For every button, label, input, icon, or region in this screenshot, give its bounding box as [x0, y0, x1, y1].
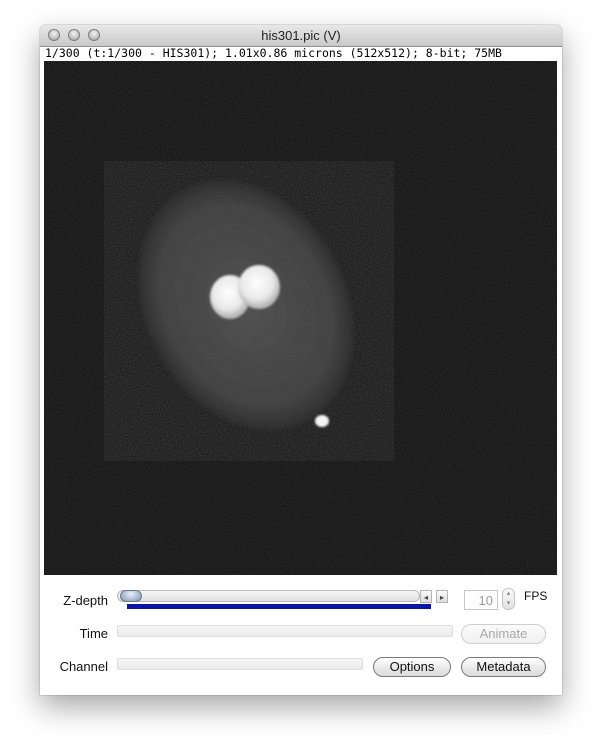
small-bright-spot [315, 415, 329, 427]
metadata-button[interactable]: Metadata [461, 657, 546, 677]
time-slider[interactable] [117, 625, 453, 637]
microscopy-image [44, 61, 557, 575]
channel-slider[interactable] [117, 658, 363, 670]
animate-button[interactable]: Animate [461, 624, 546, 644]
zdepth-label: Z-depth [63, 593, 108, 608]
zdepth-progress-bar [127, 604, 431, 609]
time-label: Time [79, 626, 108, 641]
image-info-line: 1/300 (t:1/300 - HIS301); 1.01x0.86 micr… [45, 46, 502, 60]
fps-label: FPS [524, 589, 548, 603]
fps-stepper[interactable]: ▴ ▾ [502, 588, 515, 610]
fps-input[interactable]: 10 [464, 590, 498, 610]
channel-label: Channel [59, 659, 108, 674]
nucleus-right [238, 265, 280, 309]
chevron-up-icon: ▴ [506, 590, 511, 597]
image-window: his301.pic (V) 1/300 (t:1/300 - HIS301);… [40, 25, 562, 695]
zdepth-step-forward-button[interactable]: ▸ [436, 590, 448, 603]
options-button[interactable]: Options [373, 657, 451, 677]
image-canvas[interactable] [44, 61, 557, 575]
zdepth-slider[interactable] [117, 590, 420, 602]
zdepth-step-back-button[interactable]: ◂ [420, 590, 432, 603]
title-bar[interactable]: his301.pic (V) [40, 25, 562, 47]
window-title: his301.pic (V) [261, 28, 341, 43]
zdepth-slider-thumb[interactable] [120, 590, 142, 602]
chevron-down-icon: ▾ [506, 600, 511, 607]
